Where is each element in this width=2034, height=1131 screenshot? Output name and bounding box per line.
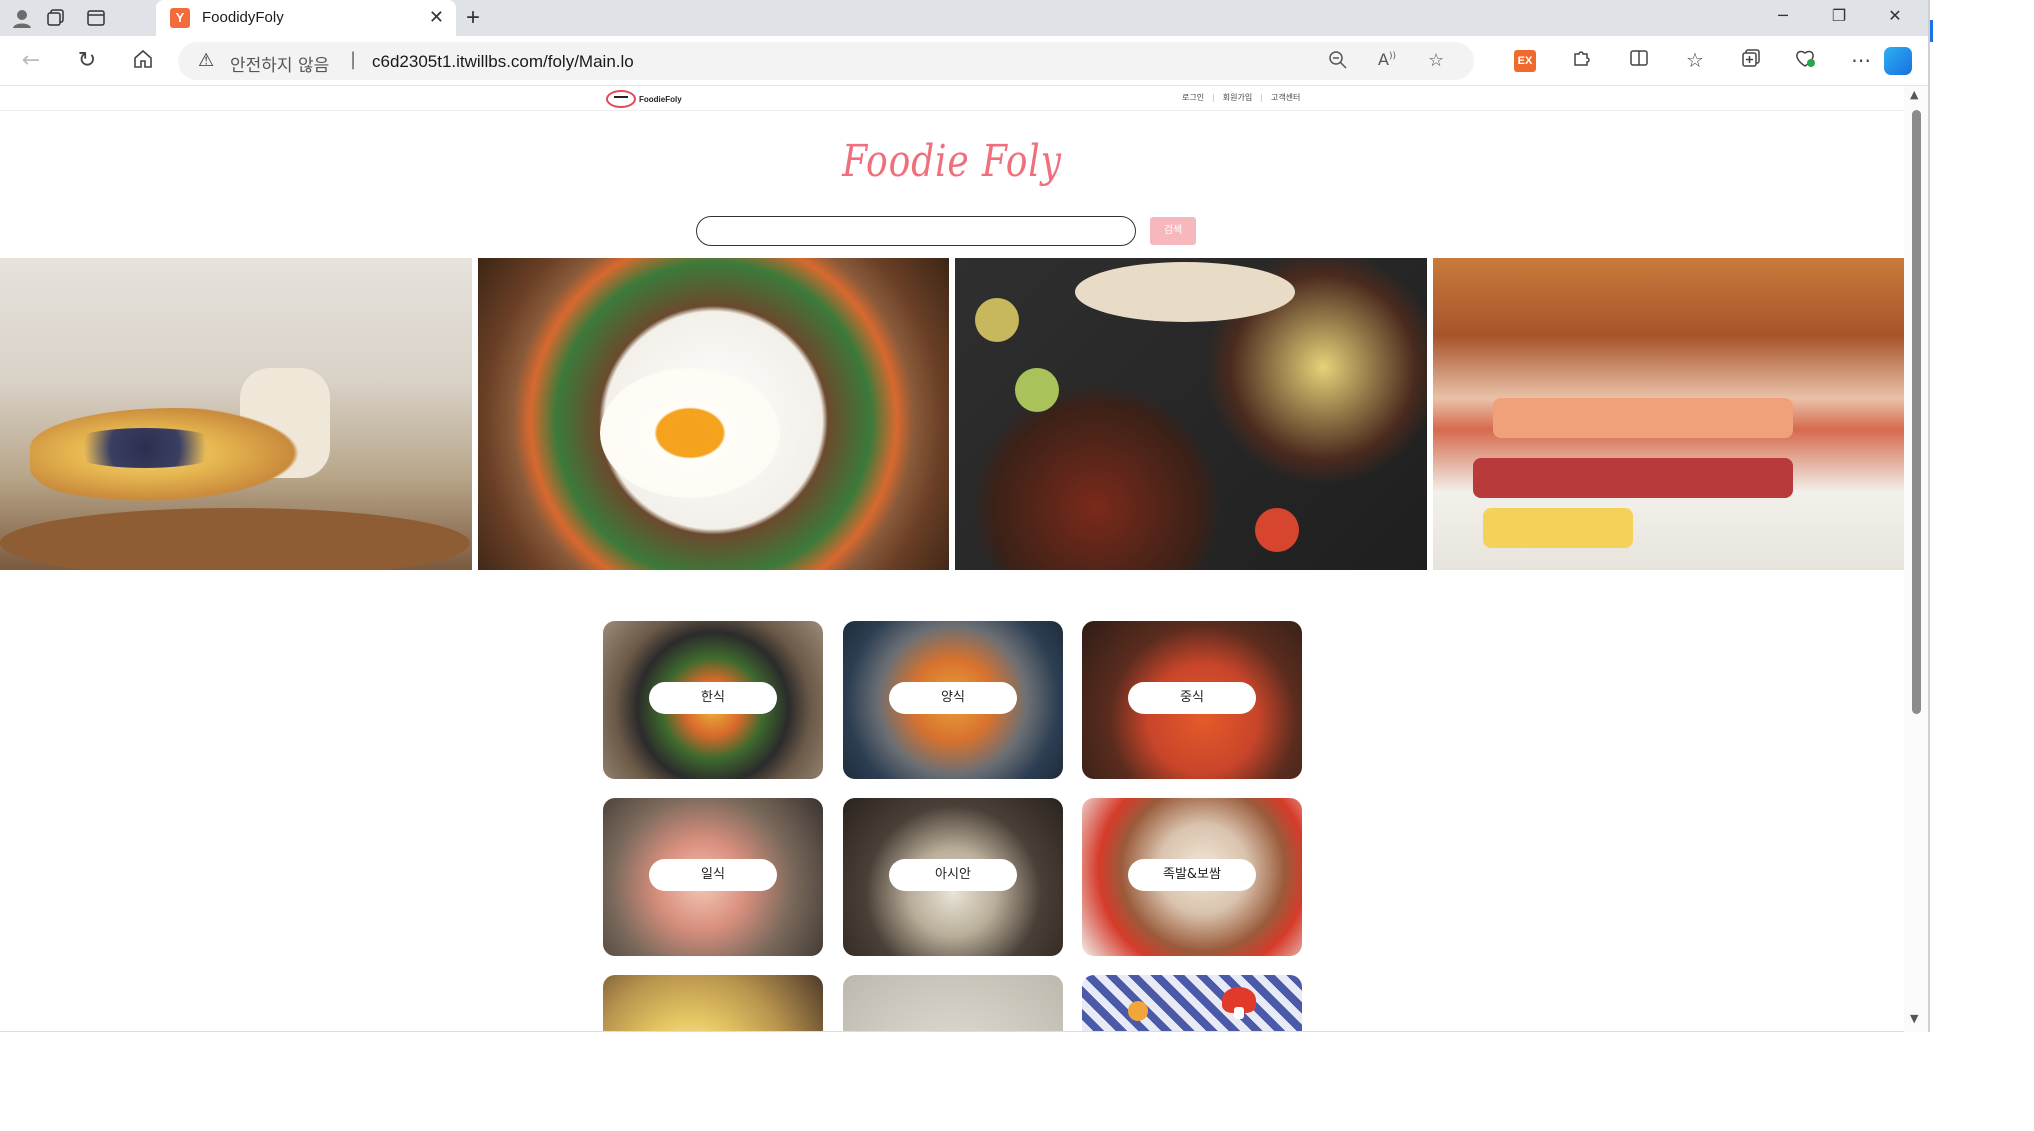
more-icon[interactable]: ⋯ bbox=[1846, 48, 1876, 72]
warning-icon[interactable]: ⚠ bbox=[198, 50, 214, 71]
category-card-japanese[interactable]: 일식 bbox=[603, 798, 823, 956]
hero-image-dessert[interactable] bbox=[0, 258, 472, 570]
workspaces-icon[interactable] bbox=[44, 6, 68, 30]
signup-link[interactable]: 회원가입 bbox=[1215, 92, 1260, 103]
scroll-down-icon[interactable]: ▼ bbox=[1910, 1012, 1918, 1025]
favorites-list-icon[interactable]: ☆ bbox=[1680, 48, 1710, 72]
extension-ex-icon[interactable]: EX bbox=[1514, 50, 1536, 72]
home-icon[interactable] bbox=[128, 48, 158, 76]
category-label[interactable]: 한식 bbox=[649, 682, 777, 714]
category-label[interactable]: 아시안 bbox=[889, 859, 1017, 891]
scroll-up-icon[interactable]: ▲ bbox=[1910, 88, 1918, 101]
site-header: FoodieFoly 로그인 | 회원가입 | 고객센터 bbox=[0, 86, 1904, 111]
collections-icon[interactable] bbox=[1736, 48, 1766, 73]
window-accent bbox=[1930, 20, 1933, 42]
profile-icon[interactable] bbox=[10, 6, 34, 30]
window-edge bbox=[1928, 0, 1930, 1032]
category-label[interactable]: 족발&보쌈 bbox=[1128, 859, 1256, 891]
category-card-chinese[interactable]: 중식 bbox=[1082, 621, 1302, 779]
browser-toolbar: ← ↻ ⚠ 안전하지 않음 | c6d2305t1.itwillbs.com/f… bbox=[0, 36, 1928, 86]
active-tab[interactable]: Y FoodidyFoly ✕ bbox=[156, 0, 456, 36]
mushroom-decoration bbox=[1222, 987, 1256, 1019]
star-icon[interactable]: ☆ bbox=[1428, 50, 1444, 71]
hero-image-bibimbap[interactable] bbox=[477, 258, 949, 570]
hero-image-grill[interactable] bbox=[955, 258, 1427, 570]
category-card-asian[interactable]: 아시안 bbox=[843, 798, 1063, 956]
search-input[interactable] bbox=[696, 216, 1136, 246]
site-logo[interactable]: FoodieFoly bbox=[606, 89, 682, 109]
close-tab-icon[interactable]: ✕ bbox=[429, 7, 444, 28]
brand-title[interactable]: Foodie Foly bbox=[171, 136, 1732, 187]
top-links: 로그인 | 회원가입 | 고객센터 bbox=[1174, 92, 1308, 103]
security-label[interactable]: 안전하지 않음 bbox=[230, 51, 329, 76]
copilot-icon[interactable] bbox=[1884, 47, 1912, 75]
new-tab-button[interactable]: + bbox=[466, 4, 480, 32]
browser-essentials-icon[interactable] bbox=[1790, 48, 1820, 73]
minimize-icon[interactable]: ─ bbox=[1768, 6, 1798, 25]
tab-actions-icon[interactable] bbox=[84, 6, 108, 30]
category-card[interactable] bbox=[843, 975, 1063, 1031]
scrollbar-thumb[interactable] bbox=[1912, 110, 1921, 714]
url-text[interactable]: c6d2305t1.itwillbs.com/foly/Main.lo bbox=[372, 52, 634, 72]
refresh-icon[interactable]: ↻ bbox=[72, 48, 102, 73]
login-link[interactable]: 로그인 bbox=[1174, 92, 1212, 103]
page-viewport: FoodieFoly 로그인 | 회원가입 | 고객센터 Foodie Foly… bbox=[0, 86, 1928, 1032]
logo-text: FoodieFoly bbox=[639, 94, 682, 104]
customer-center-link[interactable]: 고객센터 bbox=[1263, 92, 1308, 103]
search-button[interactable]: 검색 bbox=[1150, 217, 1196, 245]
category-card-korean[interactable]: 한식 bbox=[603, 621, 823, 779]
restore-icon[interactable]: ❐ bbox=[1824, 6, 1854, 25]
hero-image-sushi[interactable] bbox=[1432, 258, 1904, 570]
category-card[interactable] bbox=[1082, 975, 1302, 1031]
category-label[interactable]: 중식 bbox=[1128, 682, 1256, 714]
category-card-jokbal-bossam[interactable]: 족발&보쌈 bbox=[1082, 798, 1302, 956]
category-label[interactable]: 양식 bbox=[889, 682, 1017, 714]
hero-banner bbox=[0, 258, 1904, 570]
page-scrollbar[interactable]: ▲ ▼ bbox=[1904, 86, 1928, 1032]
tab-favicon: Y bbox=[170, 8, 190, 28]
close-window-icon[interactable]: ✕ bbox=[1880, 6, 1910, 25]
category-label[interactable]: 일식 bbox=[649, 859, 777, 891]
logo-mark-icon bbox=[606, 90, 636, 108]
puzzle-icon[interactable] bbox=[1566, 48, 1596, 73]
address-separator: | bbox=[350, 49, 357, 70]
back-arrow-icon[interactable]: ← bbox=[16, 48, 46, 73]
zoom-icon[interactable] bbox=[1328, 50, 1348, 75]
category-card-western[interactable]: 양식 bbox=[843, 621, 1063, 779]
address-bar[interactable]: ⚠ 안전하지 않음 | c6d2305t1.itwillbs.com/foly/… bbox=[178, 42, 1474, 80]
category-card[interactable] bbox=[603, 975, 823, 1031]
flower-decoration bbox=[1128, 1001, 1148, 1021]
read-aloud-icon[interactable]: A)) bbox=[1378, 50, 1396, 69]
tab-title: FoodidyFoly bbox=[202, 9, 284, 26]
browser-tab-bar: Y FoodidyFoly ✕ + ─ ❐ ✕ bbox=[0, 0, 1928, 36]
split-screen-icon[interactable] bbox=[1624, 48, 1654, 73]
